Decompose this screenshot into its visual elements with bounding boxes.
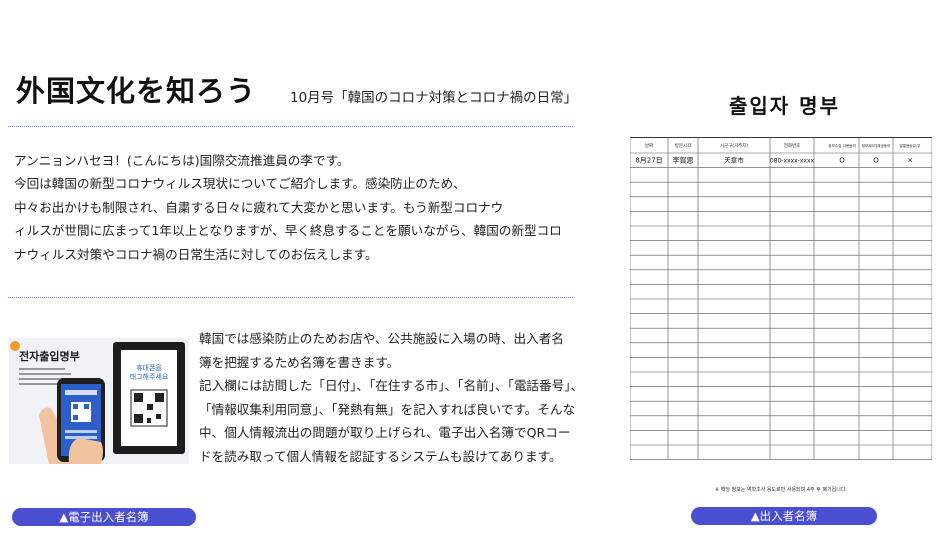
register-cell: O	[839, 157, 845, 165]
intro-line: 今回は韓国の新型コロナウィルス現状についてご紹介します。感染防止のため、	[14, 176, 466, 192]
electronic-register-button[interactable]: ▲電子出入者名簿	[12, 508, 196, 526]
intro-line: ィルスが世間に広まって1年以上となりますが、早く終息することを願いながら、韓国の…	[14, 223, 562, 239]
electronic-register-image: 전자출입명부 휴대폰을 태그해주세요	[9, 338, 189, 464]
page-title: 外国文化を知ろう	[16, 74, 257, 108]
register-cell: 080-xxxx-xxxx	[770, 158, 815, 165]
para-line: ドを読み取って個人情報を認証するシステムも設けてあります。	[199, 448, 562, 464]
intro-line: ナウィルス対策やコロナ禍の日常生活に対してのお伝えします。	[14, 246, 378, 262]
board-text: 태그해주세요	[130, 372, 169, 381]
register-cell: 8月27日	[635, 157, 662, 165]
electronic-register-illustration: 전자출입명부 휴대폰을 태그해주세요	[9, 338, 189, 464]
para-line: 簿を把握するため名簿を書きます。	[199, 354, 400, 370]
paper-register-button[interactable]: ▲出入者名簿	[691, 507, 877, 525]
register-header-cell: 방문시각	[675, 142, 692, 149]
register-header-cell: 정보제3자제공동의	[862, 143, 891, 148]
intro-line: 中々お出かけも制限され、自粛する日々に疲れて大変かと思います。もう新型コロナウ	[14, 199, 504, 215]
page-subtitle: 10月号「韓国のコロナ対策とコロナ禍の日常」	[290, 90, 578, 106]
register-header-cell: 날짜	[645, 142, 653, 149]
dotted-divider	[8, 297, 573, 298]
register-title: 출입자 명부	[729, 94, 840, 118]
register-header-cell: 전화번호	[784, 142, 801, 149]
register-cell: 天章市	[724, 156, 744, 165]
board-text: 휴대폰을	[136, 363, 162, 372]
intro-paragraph: アンニョンハセヨ！(こんにちは)国際交流推進員の李です。 今回は韓国の新型コロナ…	[14, 149, 614, 266]
register-cell: 李賀恩	[673, 156, 694, 165]
thumb-heading: 전자출입명부	[19, 349, 80, 363]
register-header-cell: 정보수집·이용동의	[828, 143, 856, 148]
register-cell: O	[873, 157, 879, 165]
registration-paragraph: 韓国では感染防止のためお店や、公共施設に入場の時、出入者名 簿を把握するため名簿…	[199, 327, 619, 469]
register-cell: ×	[907, 157, 913, 165]
para-line: 韓国では感染防止のためお店や、公共施設に入場の時、出入者名	[199, 331, 564, 346]
register-header-cell: 발열현상유/무	[899, 143, 921, 148]
para-line: 「情報収集利用同意」、「発熱有無」を記入すれば良いです。そんな	[199, 401, 576, 417]
register-note: ※ 해당 정보는 역학조사 용도로만 사용되며 4주 후 폐기됩니다.	[714, 487, 848, 493]
dotted-divider	[8, 126, 573, 127]
register-header-cell: 시군구(거주지)	[720, 142, 749, 149]
para-line: 記入欄には訪問した「日付」、「在住する市」、「名前」、「電話番号」、	[199, 378, 584, 394]
paper-register-table: 날짜 방문시각 시군구(거주지) 전화번호 정보수집·이용동의 정보제3자제공동…	[630, 137, 932, 472]
intro-line: アンニョンハセヨ！(こんにちは)国際交流推進員の李です。	[14, 153, 350, 168]
para-line: 中、個人情報流出の問題が取り上げられ、電子出入名簿でQRコー	[199, 425, 571, 441]
